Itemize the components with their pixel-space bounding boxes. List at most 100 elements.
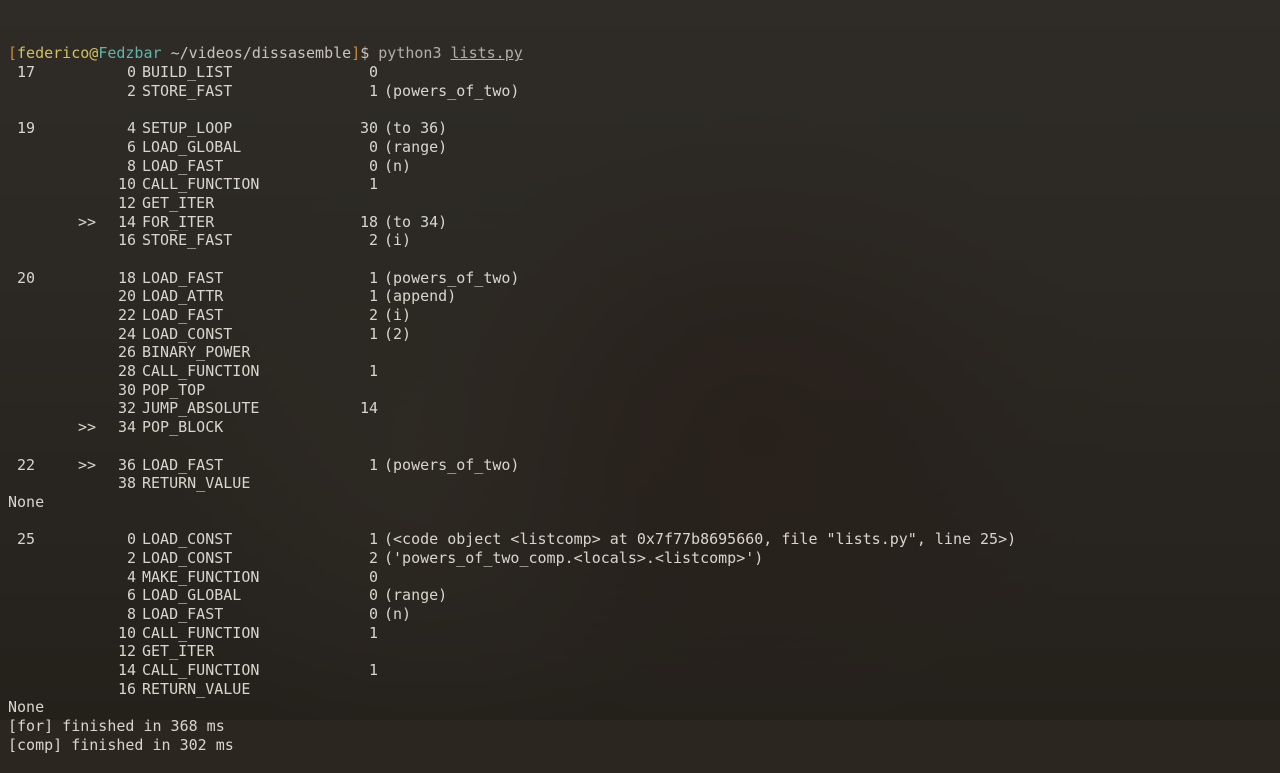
oparg-note: (append) (378, 287, 456, 306)
blank-line (8, 437, 1272, 456)
oparg-note: (range) (378, 586, 447, 605)
opcode: LOAD_FAST (136, 157, 348, 176)
oparg-note: (n) (378, 157, 411, 176)
oparg-note: (n) (378, 605, 411, 624)
bytecode-offset: 2 (104, 82, 136, 101)
oparg: 1 (348, 82, 378, 101)
instruction-row: 24LOAD_CONST1(2) (8, 325, 1272, 344)
instruction-row: 12GET_ITER (8, 642, 1272, 661)
opcode: MAKE_FUNCTION (136, 568, 348, 587)
opcode: RETURN_VALUE (136, 680, 348, 699)
oparg: 1 (348, 661, 378, 680)
opcode: GET_ITER (136, 194, 348, 213)
oparg-note: (i) (378, 306, 411, 325)
bytecode-offset: 26 (104, 343, 136, 362)
opcode: LOAD_GLOBAL (136, 586, 348, 605)
prompt-line[interactable]: [federico@Fedzbar ~/videos/dissasemble]$… (8, 44, 1272, 63)
opcode: BUILD_LIST (136, 63, 348, 82)
instruction-row: 22>>36LOAD_FAST1(powers_of_two) (8, 456, 1272, 475)
oparg: 1 (348, 624, 378, 643)
instruction-row: 8LOAD_FAST0(n) (8, 605, 1272, 624)
bytecode-offset: 32 (104, 399, 136, 418)
oparg: 0 (348, 568, 378, 587)
instruction-row: >>34POP_BLOCK (8, 418, 1272, 437)
oparg: 30 (348, 119, 378, 138)
opcode: LOAD_GLOBAL (136, 138, 348, 157)
instruction-row: 170BUILD_LIST0 (8, 63, 1272, 82)
instruction-row: 6LOAD_GLOBAL0(range) (8, 586, 1272, 605)
source-lineno: 19 (8, 119, 44, 138)
oparg: 2 (348, 549, 378, 568)
bytecode-offset: 0 (104, 530, 136, 549)
bytecode-offset: 6 (104, 586, 136, 605)
instruction-row: 2STORE_FAST1(powers_of_two) (8, 82, 1272, 101)
instruction-row: 20LOAD_ATTR1(append) (8, 287, 1272, 306)
oparg-note: (<code object <listcomp> at 0x7f77b86956… (378, 530, 1016, 549)
bytecode-offset: 0 (104, 63, 136, 82)
instruction-row: 10CALL_FUNCTION1 (8, 624, 1272, 643)
command: python3 (378, 44, 441, 62)
source-lineno: 25 (8, 530, 44, 549)
opcode: POP_BLOCK (136, 418, 348, 437)
bytecode-offset: 22 (104, 306, 136, 325)
instruction-row: 4MAKE_FUNCTION0 (8, 568, 1272, 587)
instruction-row: 22LOAD_FAST2(i) (8, 306, 1272, 325)
opcode: LOAD_CONST (136, 530, 348, 549)
oparg: 2 (348, 231, 378, 250)
opcode: CALL_FUNCTION (136, 624, 348, 643)
opcode: CALL_FUNCTION (136, 175, 348, 194)
prompt-close: ] (351, 44, 360, 62)
blank-line (8, 100, 1272, 119)
oparg-note: ('powers_of_two_comp.<locals>.<listcomp>… (378, 549, 763, 568)
blank-line (8, 250, 1272, 269)
opcode: LOAD_ATTR (136, 287, 348, 306)
oparg: 1 (348, 530, 378, 549)
opcode: LOAD_FAST (136, 269, 348, 288)
bytecode-offset: 8 (104, 157, 136, 176)
opcode: BINARY_POWER (136, 343, 348, 362)
opcode: SETUP_LOOP (136, 119, 348, 138)
prompt-sep (162, 44, 171, 62)
bytecode-offset: 38 (104, 474, 136, 493)
opcode: POP_TOP (136, 381, 348, 400)
opcode: LOAD_FAST (136, 306, 348, 325)
terminal[interactable]: [federico@Fedzbar ~/videos/dissasemble]$… (8, 7, 1272, 773)
instruction-row: 28CALL_FUNCTION1 (8, 362, 1272, 381)
oparg-note: (to 36) (378, 119, 447, 138)
oparg: 14 (348, 399, 378, 418)
oparg: 1 (348, 287, 378, 306)
opcode: FOR_ITER (136, 213, 348, 232)
oparg: 0 (348, 586, 378, 605)
instruction-row: 6LOAD_GLOBAL0(range) (8, 138, 1272, 157)
instruction-row: 14CALL_FUNCTION1 (8, 661, 1272, 680)
jump-target-mark: >> (44, 418, 104, 437)
source-lineno: 22 (8, 456, 44, 475)
opcode: GET_ITER (136, 642, 348, 661)
prompt-user: federico (17, 44, 89, 62)
opcode: RETURN_VALUE (136, 474, 348, 493)
prompt-open: [ (8, 44, 17, 62)
instruction-row: 8LOAD_FAST0(n) (8, 157, 1272, 176)
prompt-sigil: $ (360, 44, 378, 62)
oparg-note: (2) (378, 325, 411, 344)
disassembly-output: 170BUILD_LIST02STORE_FAST1(powers_of_two… (8, 63, 1272, 754)
opcode: CALL_FUNCTION (136, 362, 348, 381)
instruction-row: 12GET_ITER (8, 194, 1272, 213)
bytecode-offset: 20 (104, 287, 136, 306)
bytecode-offset: 12 (104, 642, 136, 661)
command-arg: lists.py (451, 44, 523, 62)
instruction-row: 30POP_TOP (8, 381, 1272, 400)
jump-target-mark: >> (44, 213, 104, 232)
oparg-note: (powers_of_two) (378, 82, 519, 101)
oparg: 1 (348, 456, 378, 475)
prompt-host: Fedzbar (98, 44, 161, 62)
bytecode-offset: 36 (104, 456, 136, 475)
timing-line: [comp] finished in 302 ms (8, 736, 1272, 755)
prompt-at: @ (89, 44, 98, 62)
dis-return-none: None (8, 698, 1272, 717)
instruction-row: 2LOAD_CONST2('powers_of_two_comp.<locals… (8, 549, 1272, 568)
jump-target-mark: >> (44, 456, 104, 475)
opcode: STORE_FAST (136, 82, 348, 101)
bytecode-offset: 24 (104, 325, 136, 344)
instruction-row: 32JUMP_ABSOLUTE14 (8, 399, 1272, 418)
